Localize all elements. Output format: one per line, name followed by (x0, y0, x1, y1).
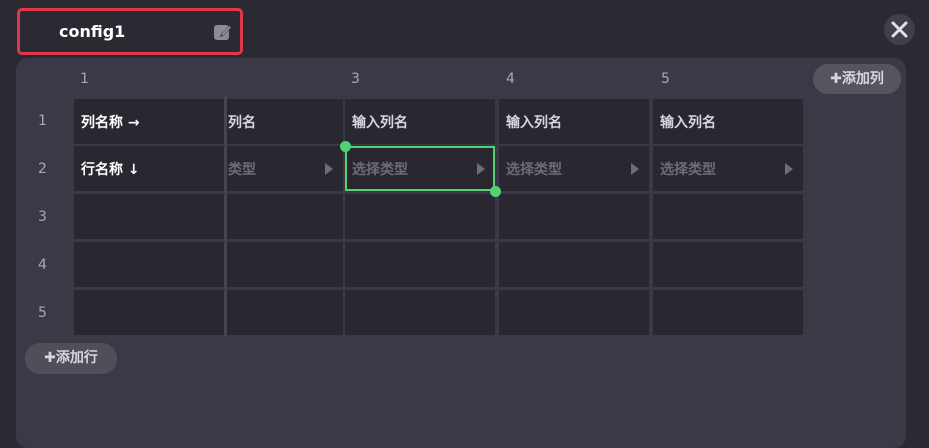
column-header-4: 4 (506, 71, 515, 87)
cell-r1-c3[interactable]: 输入列名 (345, 99, 495, 144)
cell-r1-c2[interactable]: 列名 (227, 99, 343, 144)
row-header-5: 5 (38, 305, 47, 321)
cell-r4-c5[interactable] (653, 242, 803, 287)
column-divider[interactable] (224, 96, 227, 336)
play-triangle-icon (325, 162, 333, 175)
cell-r5-c2[interactable] (227, 290, 343, 335)
cell-r2-c5[interactable]: 选择类型 (653, 146, 803, 191)
edit-icon[interactable] (212, 21, 234, 43)
column-header-3: 3 (351, 71, 360, 87)
cell-r4-c1[interactable] (74, 242, 224, 287)
type-select: 类型 (228, 161, 256, 178)
cell-r3-c5[interactable] (653, 194, 803, 239)
cell-r3-c3[interactable] (345, 194, 495, 239)
row-header-2: 2 (38, 161, 47, 177)
cell-r4-c2[interactable] (227, 242, 343, 287)
add-row-button[interactable]: ✚添加行 (25, 343, 117, 374)
cell-r5-c4[interactable] (499, 290, 649, 335)
add-row-label: 添加行 (55, 350, 98, 366)
cell-r5-c1[interactable] (74, 290, 224, 335)
row-name-label: 行名称 ↓ (81, 161, 140, 178)
selected-cell-border (345, 146, 495, 191)
config-title: config1 (59, 22, 126, 41)
cell-r1-c4[interactable]: 输入列名 (499, 99, 649, 144)
cell-r3-c1[interactable] (74, 194, 224, 239)
close-button[interactable] (884, 14, 915, 45)
cell-r1-c1[interactable]: 列名称 → (74, 99, 224, 144)
cell-r3-c2[interactable] (227, 194, 343, 239)
type-select: 选择类型 (660, 161, 716, 178)
play-triangle-icon (631, 162, 639, 175)
column-name-input: 输入列名 (352, 114, 408, 131)
cell-r4-c4[interactable] (499, 242, 649, 287)
cell-r5-c3[interactable] (345, 290, 495, 335)
column-name-value: 列名 (228, 114, 256, 131)
column-header-1: 1 (80, 71, 89, 87)
add-column-button[interactable]: ✚添加列 (813, 64, 901, 94)
cell-r1-c5[interactable]: 输入列名 (653, 99, 803, 144)
title-editor[interactable]: config1 (17, 8, 243, 55)
plus-icon: ✚ (44, 350, 56, 366)
play-triangle-icon (785, 162, 793, 175)
cell-r3-c4[interactable] (499, 194, 649, 239)
selection-handle-top-left[interactable] (340, 141, 351, 152)
row-header-3: 3 (38, 209, 47, 225)
cell-r2-c1[interactable]: 行名称 ↓ (74, 146, 224, 191)
column-header-5: 5 (661, 71, 670, 87)
add-column-label: 添加列 (841, 71, 884, 87)
plus-icon: ✚ (830, 71, 842, 87)
row-header-1: 1 (38, 113, 47, 129)
selection-handle-bottom-right[interactable] (490, 186, 501, 197)
type-select: 选择类型 (506, 161, 562, 178)
cell-r5-c5[interactable] (653, 290, 803, 335)
column-name-label: 列名称 → (81, 114, 140, 131)
column-name-input: 输入列名 (660, 114, 716, 131)
cell-r4-c3[interactable] (345, 242, 495, 287)
cell-r2-c2[interactable]: 类型 (227, 146, 343, 191)
cell-r2-c4[interactable]: 选择类型 (499, 146, 649, 191)
row-header-4: 4 (38, 257, 47, 273)
column-name-input: 输入列名 (506, 114, 562, 131)
